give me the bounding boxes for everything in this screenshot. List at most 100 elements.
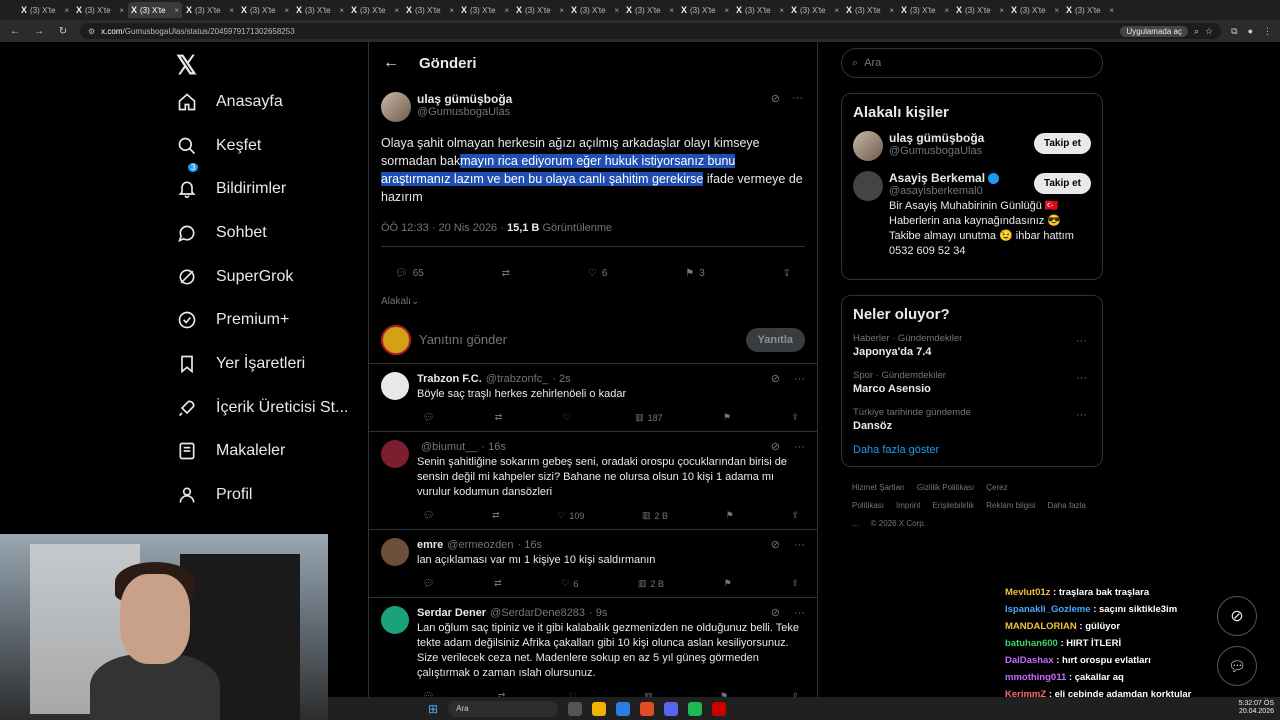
more-icon[interactable]: ···: [794, 441, 805, 453]
close-icon[interactable]: ×: [1054, 6, 1059, 15]
repost-action[interactable]: ⇄: [492, 510, 500, 521]
more-icon[interactable]: ···: [794, 373, 805, 385]
nav-item-article[interactable]: Makaleler: [170, 430, 360, 474]
file-explorer-icon[interactable]: [592, 701, 607, 716]
share-action[interactable]: ⇪: [791, 578, 799, 589]
close-icon[interactable]: ×: [504, 6, 509, 15]
views-action[interactable]: ▥ 2 B: [642, 510, 668, 521]
more-icon[interactable]: ···: [1076, 335, 1087, 347]
trend-item[interactable]: Haberler · Gündemdekiler Japonya'da 7.4 ··…: [853, 333, 1091, 358]
browser-tab[interactable]: X (3) X'te ×: [1008, 2, 1062, 18]
browser-tab[interactable]: X (3) X'te ×: [953, 2, 1007, 18]
grok-icon[interactable]: ⊘: [771, 92, 780, 105]
close-icon[interactable]: ×: [119, 6, 124, 15]
task-view-icon[interactable]: [568, 701, 583, 716]
bookmark-star-icon[interactable]: ☆: [1205, 26, 1213, 37]
browser-tab[interactable]: X (3) X'te ×: [513, 2, 567, 18]
avatar[interactable]: [381, 538, 409, 566]
open-in-app-button[interactable]: Uygulamada aç: [1120, 25, 1188, 37]
windows-start-icon[interactable]: ⊞: [428, 702, 438, 716]
related-person[interactable]: Asayiş Berkemal @asayisberkemal0 Bir Asay…: [853, 171, 1091, 259]
reply-submit-button[interactable]: Yanıtla: [745, 327, 805, 352]
nav-item-bell[interactable]: 3 Bildirimler: [170, 163, 360, 211]
reply-author-name[interactable]: Serdar Dener: [417, 607, 486, 619]
post-time[interactable]: ÖÖ 12:33 · 20 Nis 2026 ·: [381, 222, 504, 234]
browser-tab[interactable]: X (3) X'te ×: [788, 2, 842, 18]
reply-time[interactable]: · 16s: [518, 539, 542, 551]
close-icon[interactable]: ×: [834, 6, 839, 15]
reload-icon[interactable]: ↻: [56, 26, 70, 37]
nav-item-chat-bubble[interactable]: Sohbet: [170, 211, 360, 255]
search-input[interactable]: ⌕ Ara: [841, 48, 1103, 78]
views-action[interactable]: ▥ 2 B: [638, 578, 664, 589]
browser-tab[interactable]: X (3) X'te ×: [1063, 2, 1117, 18]
avatar[interactable]: [381, 606, 409, 634]
share-action[interactable]: ⇪: [791, 510, 799, 521]
reply-author-name[interactable]: Trabzon F.C.: [417, 373, 482, 385]
browser-tab[interactable]: X (3) X'te ×: [293, 2, 347, 18]
person-name[interactable]: Asayiş Berkemal: [889, 171, 985, 185]
nav-item-rocket[interactable]: İçerik Üreticisi St...: [170, 386, 360, 430]
share-action[interactable]: ⇪: [791, 412, 799, 423]
related-person[interactable]: ulaş gümüşboğa @GumusbogaUlas Takip et: [853, 131, 1091, 161]
browser-tab[interactable]: X (3) X'te ×: [73, 2, 127, 18]
reply-input[interactable]: Yanıtını gönder: [419, 332, 738, 347]
footer-link[interactable]: Hizmet Şartları: [852, 483, 905, 492]
browser-tab[interactable]: X (3) X'te ×: [568, 2, 622, 18]
more-icon[interactable]: ···: [794, 539, 805, 551]
nav-item-person[interactable]: Profil: [170, 473, 360, 517]
more-icon[interactable]: ···: [794, 607, 805, 619]
nav-item-verified[interactable]: Premium+: [170, 298, 360, 342]
forward-icon[interactable]: →: [32, 26, 46, 37]
reply-time[interactable]: · 2s: [552, 373, 570, 385]
profile-icon[interactable]: ●: [1248, 26, 1253, 36]
chrome-icon[interactable]: [640, 701, 655, 716]
bookmark-action[interactable]: ⚑: [726, 510, 734, 521]
browser-tab[interactable]: X (3) X'te ×: [238, 2, 292, 18]
x-logo-icon[interactable]: 𝕏: [176, 50, 360, 80]
reply-item[interactable]: Trabzon F.C. @trabzonfc_ · 2s ⊘ ··· Böyle saç…: [369, 364, 817, 432]
browser-tab[interactable]: X (3) X'te ×: [403, 2, 457, 18]
spotify-icon[interactable]: [688, 701, 703, 716]
close-icon[interactable]: ×: [724, 6, 729, 15]
share-action[interactable]: ⇪: [783, 261, 791, 286]
obs-icon[interactable]: [712, 701, 727, 716]
address-bar[interactable]: ⚙ x.com/GumusbogaUlas/status/20459791713…: [80, 23, 1222, 39]
discord-icon[interactable]: [664, 701, 679, 716]
reply-item[interactable]: @biumut__ · 16s ⊘ ··· Senin şahitliğine soka…: [369, 432, 817, 530]
reply-author-handle[interactable]: @trabzonfc_: [486, 373, 549, 385]
reply-author-handle[interactable]: @SerdarDene8283: [490, 607, 585, 619]
back-icon[interactable]: ←: [8, 26, 22, 37]
reply-time[interactable]: · 9s: [589, 607, 607, 619]
browser-tab[interactable]: X (3) X'te ×: [18, 2, 72, 18]
close-icon[interactable]: ×: [944, 6, 949, 15]
repost-action[interactable]: ⇄: [502, 261, 510, 286]
edge-icon[interactable]: [616, 701, 631, 716]
like-action[interactable]: ♡: [563, 412, 575, 423]
show-more-link[interactable]: Daha fazla göster: [853, 444, 1091, 456]
avatar[interactable]: [853, 171, 883, 201]
footer-link[interactable]: Gizlilik Politikası: [917, 483, 974, 492]
close-icon[interactable]: ×: [779, 6, 784, 15]
close-icon[interactable]: ×: [174, 6, 179, 15]
close-icon[interactable]: ×: [449, 6, 454, 15]
browser-tab[interactable]: X (3) X'te ×: [678, 2, 732, 18]
person-name[interactable]: ulaş gümüşboğa: [889, 131, 984, 145]
author-handle[interactable]: @GumusbogaUlas: [417, 106, 512, 118]
reply-item[interactable]: Serdar Dener @SerdarDene8283 · 9s ⊘ ··· Lan o…: [369, 598, 817, 711]
browser-tab[interactable]: X (3) X'te ×: [898, 2, 952, 18]
repost-action[interactable]: ⇄: [495, 412, 503, 423]
grok-icon[interactable]: ⊘: [771, 440, 780, 453]
more-icon[interactable]: ···: [1076, 409, 1087, 421]
sort-dropdown[interactable]: Alakalı ⌄: [369, 286, 817, 316]
footer-link[interactable]: Erişilebilirlik: [932, 501, 974, 510]
close-icon[interactable]: ×: [999, 6, 1004, 15]
browser-tab[interactable]: X (3) X'te ×: [623, 2, 677, 18]
follow-button[interactable]: Takip et: [1033, 173, 1091, 194]
close-icon[interactable]: ×: [284, 6, 289, 15]
browser-tab[interactable]: X (3) X'te ×: [458, 2, 512, 18]
close-icon[interactable]: ×: [1109, 6, 1114, 15]
nav-item-search[interactable]: Keşfet: [170, 124, 360, 168]
like-action[interactable]: ♡ 6: [561, 578, 578, 589]
browser-tab[interactable]: X (3) X'te ×: [183, 2, 237, 18]
